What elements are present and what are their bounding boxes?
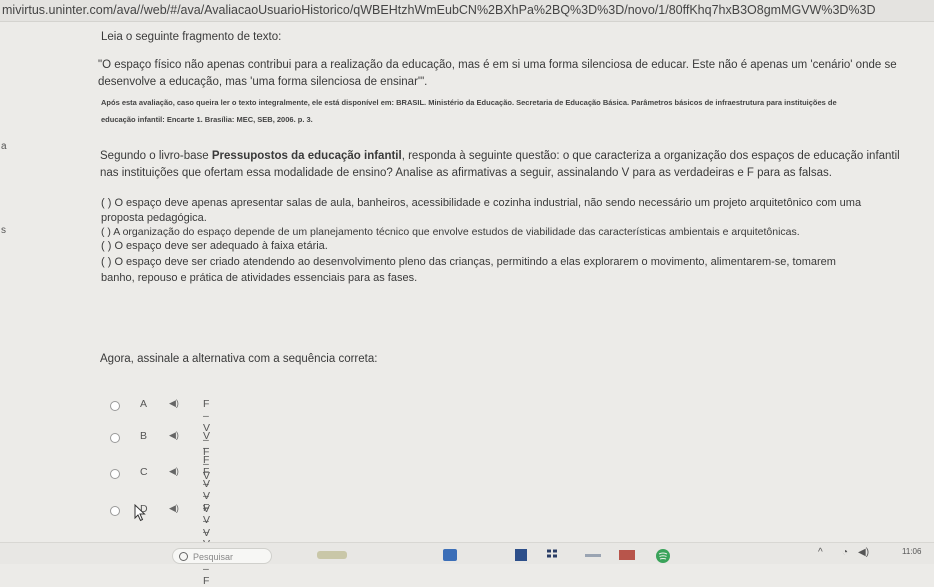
option-letter: C	[140, 466, 148, 478]
chevron-up-icon[interactable]: ^	[818, 547, 823, 558]
address-bar[interactable]: mivirtus.uninter.com/ava//web/#/ava/Aval…	[0, 0, 934, 22]
context-line-2: nas instituições que ofertam essa modali…	[100, 167, 832, 179]
volume-icon[interactable]: ◀)	[858, 547, 869, 558]
speaker-icon[interactable]: ◀)	[169, 466, 179, 477]
answer-prompt: Agora, assinale a alternativa com a sequ…	[100, 353, 378, 365]
taskbar-search[interactable]: Pesquisar	[172, 548, 272, 564]
speaker-icon[interactable]: ◀)	[169, 503, 179, 514]
quote-line-2: desenvolve a educação, mas 'uma forma si…	[98, 76, 428, 88]
speaker-icon[interactable]: ◀)	[169, 430, 179, 441]
search-icon	[179, 552, 188, 561]
taskbar: Pesquisar ^ ◔ ◀) 11:06	[0, 542, 934, 564]
statement-3: ( ) O espaço deve ser adequado à faixa e…	[101, 240, 328, 252]
stray-letter: a	[1, 141, 7, 152]
context-prefix: Segundo o livro-base	[100, 150, 212, 162]
spotify-icon[interactable]	[655, 548, 671, 564]
book-title: Pressupostos da educação infantil	[211, 150, 402, 162]
statement-1-cont: proposta pedagógica.	[101, 212, 207, 224]
mouse-cursor-icon	[134, 504, 146, 522]
app-icon[interactable]	[583, 548, 603, 562]
weather-widget-icon[interactable]	[315, 548, 349, 562]
option-letter: A	[140, 398, 148, 410]
calendar-app-icon[interactable]	[513, 548, 529, 562]
radio-button[interactable]	[110, 401, 120, 411]
instruction-text: Leia o seguinte fragmento de texto:	[101, 31, 282, 43]
wifi-icon[interactable]: ◔	[842, 547, 848, 558]
app-icon[interactable]	[442, 548, 458, 562]
statement-1: ( ) O espaço deve apenas apresentar sala…	[101, 197, 862, 209]
apps-icon[interactable]	[545, 548, 563, 562]
search-placeholder: Pesquisar	[193, 552, 234, 562]
context-rest: , responda à seguinte questão: o que car…	[401, 150, 900, 162]
speaker-icon[interactable]: ◀)	[169, 398, 179, 409]
stray-letter: s	[1, 225, 6, 236]
context-paragraph: Segundo o livro-base Pressupostos da edu…	[100, 148, 915, 165]
statement-2: ( ) A organização do espaço depende de u…	[101, 226, 800, 238]
option-letter: B	[140, 430, 148, 442]
statement-4-cont: banho, repouso e prática de atividades e…	[101, 272, 418, 284]
quote-line-1: "O espaço físico não apenas contribui pa…	[98, 59, 897, 71]
radio-button[interactable]	[110, 433, 120, 443]
statement-4: ( ) O espaço deve ser criado atendendo a…	[101, 256, 836, 268]
url-text: mivirtus.uninter.com/ava//web/#/ava/Aval…	[2, 3, 876, 17]
app-icon[interactable]	[618, 548, 636, 562]
clock[interactable]: 11:06	[902, 547, 921, 556]
radio-button[interactable]	[110, 469, 120, 479]
source-line-1: Após esta avaliação, caso queira ler o t…	[101, 98, 837, 107]
radio-button[interactable]	[110, 506, 120, 516]
source-line-2: educação infantil: Encarte 1. Brasília: …	[101, 115, 313, 124]
question-page: Leia o seguinte fragmento de texto: "O e…	[0, 22, 934, 587]
